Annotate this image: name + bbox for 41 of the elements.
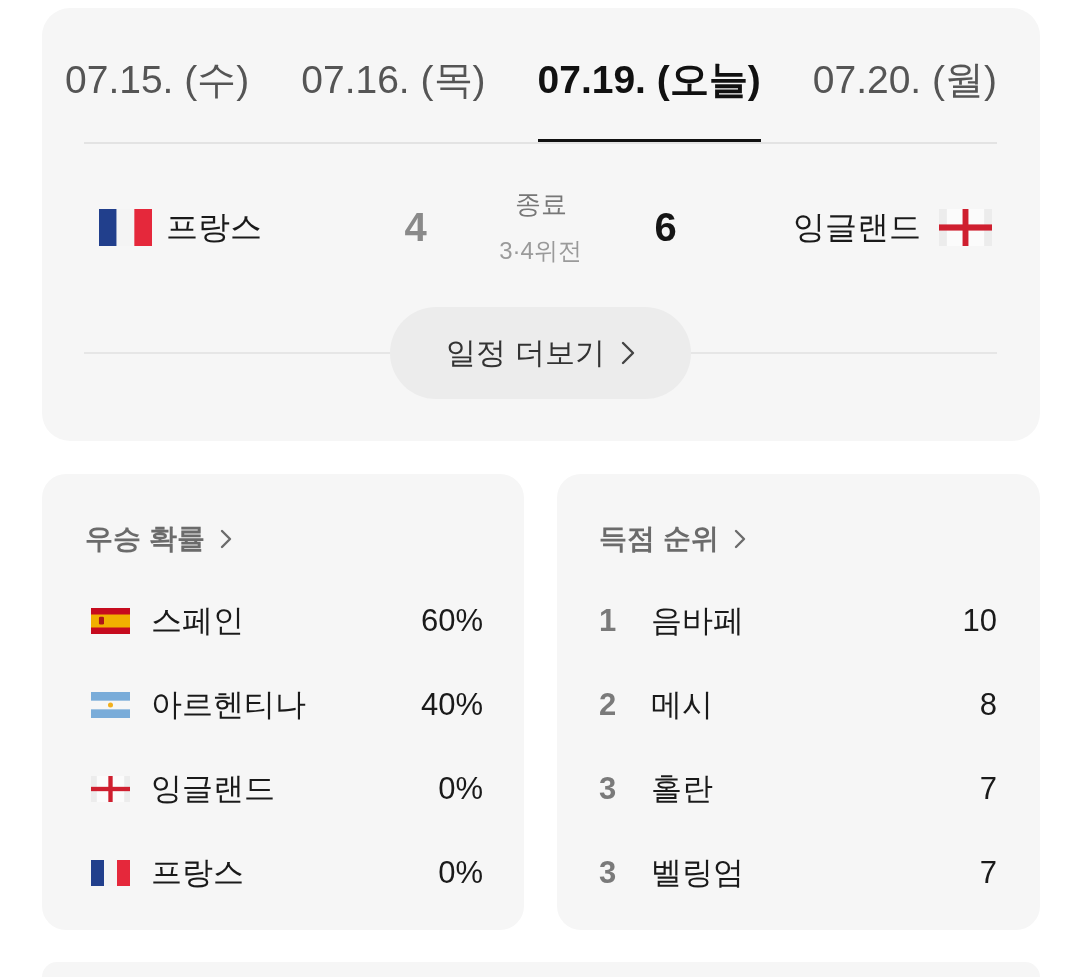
win-probability: 0%	[438, 770, 483, 808]
scorer-rank: 2	[599, 686, 617, 724]
date-tab[interactable]: 07.16. (목)	[301, 56, 486, 142]
chevron-right-icon	[219, 529, 232, 549]
win-probability: 40%	[420, 686, 483, 724]
date-tab[interactable]: 07.15. (수)	[65, 56, 250, 142]
scorer-name: 벨링엄	[651, 854, 744, 892]
flag-icon	[91, 860, 130, 886]
flag-icon	[91, 776, 130, 802]
goal-count: 7	[979, 854, 997, 892]
match-status: 종료	[514, 188, 567, 221]
win-probability: 60%	[420, 602, 483, 640]
scorer-rank: 1	[599, 602, 617, 640]
win-probability-link[interactable]: 우승 확률	[85, 522, 232, 556]
team-score: 4	[404, 204, 427, 251]
flag-icon	[91, 692, 130, 718]
team-name: 프랑스	[166, 208, 262, 247]
team-name: 프랑스	[151, 854, 244, 892]
scorer-rank: 3	[599, 770, 617, 808]
scorer-name: 음바페	[651, 602, 744, 640]
team-score: 6	[654, 204, 677, 251]
schedule-more-button[interactable]: 일정 더보기	[390, 307, 691, 399]
scorer-rank: 3	[599, 854, 617, 892]
team-name: 아르헨티나	[151, 686, 306, 724]
flag-icon	[91, 608, 130, 634]
chevron-right-icon	[733, 529, 746, 549]
goal-count: 10	[962, 602, 997, 640]
team-name: 잉글랜드	[151, 770, 275, 808]
goal-count: 8	[979, 686, 997, 724]
flag-icon	[939, 208, 992, 246]
team-name: 잉글랜드	[793, 208, 921, 247]
win-probability: 0%	[438, 854, 483, 892]
top-scorers-link[interactable]: 득점 순위	[599, 522, 746, 556]
scorer-name: 메시	[651, 686, 713, 724]
flag-icon	[99, 208, 152, 246]
match-round: 3·4위전	[499, 236, 582, 266]
scorer-name: 홀란	[651, 770, 713, 808]
team-name: 스페인	[151, 602, 244, 640]
goal-count: 7	[979, 770, 997, 808]
date-tab[interactable]: 07.20. (월)	[812, 56, 997, 142]
chevron-right-icon	[620, 341, 635, 365]
